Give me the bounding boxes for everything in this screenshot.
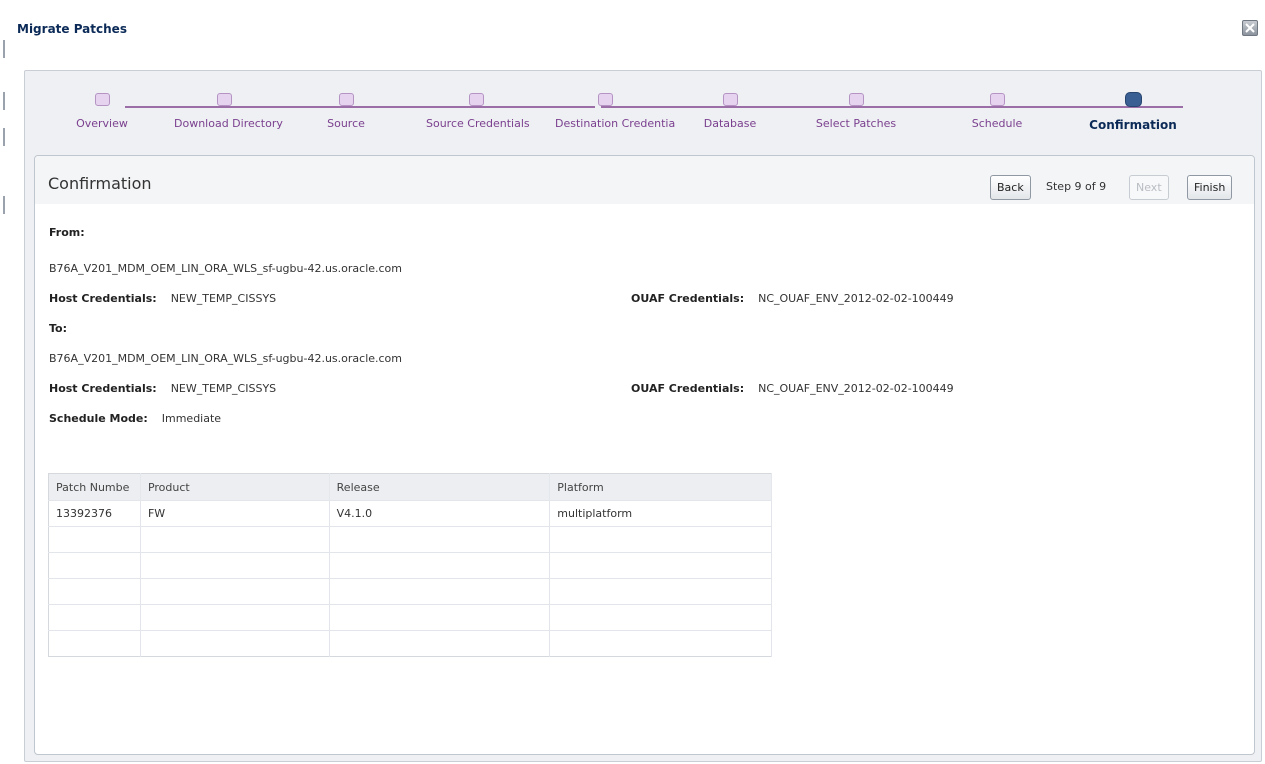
table-cell xyxy=(549,578,772,605)
to-target: B76A_V201_MDM_OEM_LIN_ORA_WLS_sf-ugbu-42… xyxy=(49,352,403,365)
column-header[interactable]: Release xyxy=(329,473,551,501)
table-cell xyxy=(549,604,772,631)
table-row[interactable]: 13392376 FW V4.1.0 multiplatform xyxy=(48,500,772,527)
table-cell xyxy=(48,578,141,605)
panel-title: Confirmation xyxy=(48,174,152,193)
from-host-credentials: Host Credentials: NEW_TEMP_CISSYS xyxy=(49,292,277,305)
from-ouaf-credentials: OUAF Credentials: NC_OUAF_ENV_2012-02-02-… xyxy=(631,292,954,305)
train-step-label[interactable]: Schedule xyxy=(947,117,1047,130)
dialog-title: Migrate Patches xyxy=(17,22,127,36)
table-cell xyxy=(48,604,141,631)
step-indicator: Step 9 of 9 xyxy=(1046,180,1107,193)
train-step-label[interactable]: Database xyxy=(680,117,780,130)
table-cell xyxy=(329,578,551,605)
table-cell: multiplatform xyxy=(549,500,772,527)
schedule-mode: Schedule Mode: Immediate xyxy=(49,412,222,425)
column-header[interactable]: Platform xyxy=(549,473,772,501)
train-step[interactable]: Destination Credentia xyxy=(555,93,675,130)
column-header[interactable]: Patch Numbe xyxy=(48,473,141,501)
table-row-empty xyxy=(48,604,772,631)
train-step[interactable]: Confirmation xyxy=(1083,92,1183,132)
train-step-marker[interactable] xyxy=(597,93,613,106)
column-header[interactable]: Product xyxy=(140,473,330,501)
close-icon[interactable] xyxy=(1242,20,1258,36)
train-step-label[interactable]: Overview xyxy=(52,117,152,130)
table-cell xyxy=(140,578,330,605)
table-cell xyxy=(140,526,330,553)
table-cell xyxy=(140,552,330,579)
patches-table: Patch Numbe Product Release Platform 133… xyxy=(48,473,772,657)
table-cell xyxy=(329,552,551,579)
table-cell xyxy=(329,526,551,553)
table-cell: FW xyxy=(140,500,330,527)
train-step[interactable]: Database xyxy=(680,93,780,130)
train-step-marker[interactable] xyxy=(722,93,738,106)
table-cell: V4.1.0 xyxy=(329,500,551,527)
table-cell xyxy=(48,630,141,657)
from-heading: From: xyxy=(49,226,85,239)
train-step-label[interactable]: Select Patches xyxy=(806,117,906,130)
train-step-label[interactable]: Confirmation xyxy=(1083,118,1183,132)
table-row-empty xyxy=(48,578,772,605)
table-cell xyxy=(140,604,330,631)
train-step[interactable]: Source Credentials xyxy=(426,93,530,130)
table-cell xyxy=(549,526,772,553)
train-step[interactable]: Download Directory xyxy=(174,93,283,130)
train-step-marker[interactable] xyxy=(848,93,864,106)
table-cell xyxy=(140,630,330,657)
step-train: Overview Download Directory Source Source C… xyxy=(25,71,1263,155)
train-step-label[interactable]: Source Credentials xyxy=(426,117,530,130)
to-ouaf-credentials: OUAF Credentials: NC_OUAF_ENV_2012-02-02-… xyxy=(631,382,954,395)
table-cell xyxy=(48,526,141,553)
train-step-marker[interactable] xyxy=(94,93,110,106)
table-cell xyxy=(549,552,772,579)
train-step-label[interactable]: Download Directory xyxy=(174,117,283,130)
migrate-patches-dialog: Migrate Patches Overview Download Directo… xyxy=(8,10,1265,764)
train-step-label[interactable]: Source xyxy=(296,117,396,130)
confirmation-panel: Confirmation Back Step 9 of 9 Next Finis… xyxy=(34,155,1255,755)
table-row-empty xyxy=(48,552,772,579)
finish-button[interactable]: Finish xyxy=(1187,175,1233,200)
table-cell xyxy=(549,630,772,657)
train-step[interactable]: Overview xyxy=(52,93,152,130)
table-cell xyxy=(329,604,551,631)
next-button[interactable]: Next xyxy=(1129,175,1169,200)
dialog-content: Overview Download Directory Source Source C… xyxy=(24,70,1262,762)
train-step-marker[interactable] xyxy=(989,93,1005,106)
train-step-marker[interactable] xyxy=(468,93,484,106)
to-heading: To: xyxy=(49,322,67,335)
back-button[interactable]: Back xyxy=(990,175,1031,200)
table-header-row: Patch Numbe Product Release Platform xyxy=(48,473,772,501)
train-step-label[interactable]: Destination Credentia xyxy=(555,117,675,130)
from-target: B76A_V201_MDM_OEM_LIN_ORA_WLS_sf-ugbu-42… xyxy=(49,262,403,275)
train-step-marker[interactable] xyxy=(338,93,354,106)
table-cell xyxy=(48,552,141,579)
train-step[interactable]: Select Patches xyxy=(806,93,906,130)
table-cell: 13392376 xyxy=(48,500,141,527)
train-step[interactable]: Schedule xyxy=(947,93,1047,130)
window-edge xyxy=(0,0,8,764)
train-step[interactable]: Source xyxy=(296,93,396,130)
to-host-credentials: Host Credentials: NEW_TEMP_CISSYS xyxy=(49,382,277,395)
table-row-empty xyxy=(48,630,772,657)
panel-header: Confirmation Back Step 9 of 9 Next Finis… xyxy=(35,156,1254,204)
table-cell xyxy=(329,630,551,657)
dialog-titlebar: Migrate Patches xyxy=(8,10,1265,68)
train-step-marker[interactable] xyxy=(216,93,232,106)
train-step-marker[interactable] xyxy=(1124,92,1142,107)
table-row-empty xyxy=(48,526,772,553)
